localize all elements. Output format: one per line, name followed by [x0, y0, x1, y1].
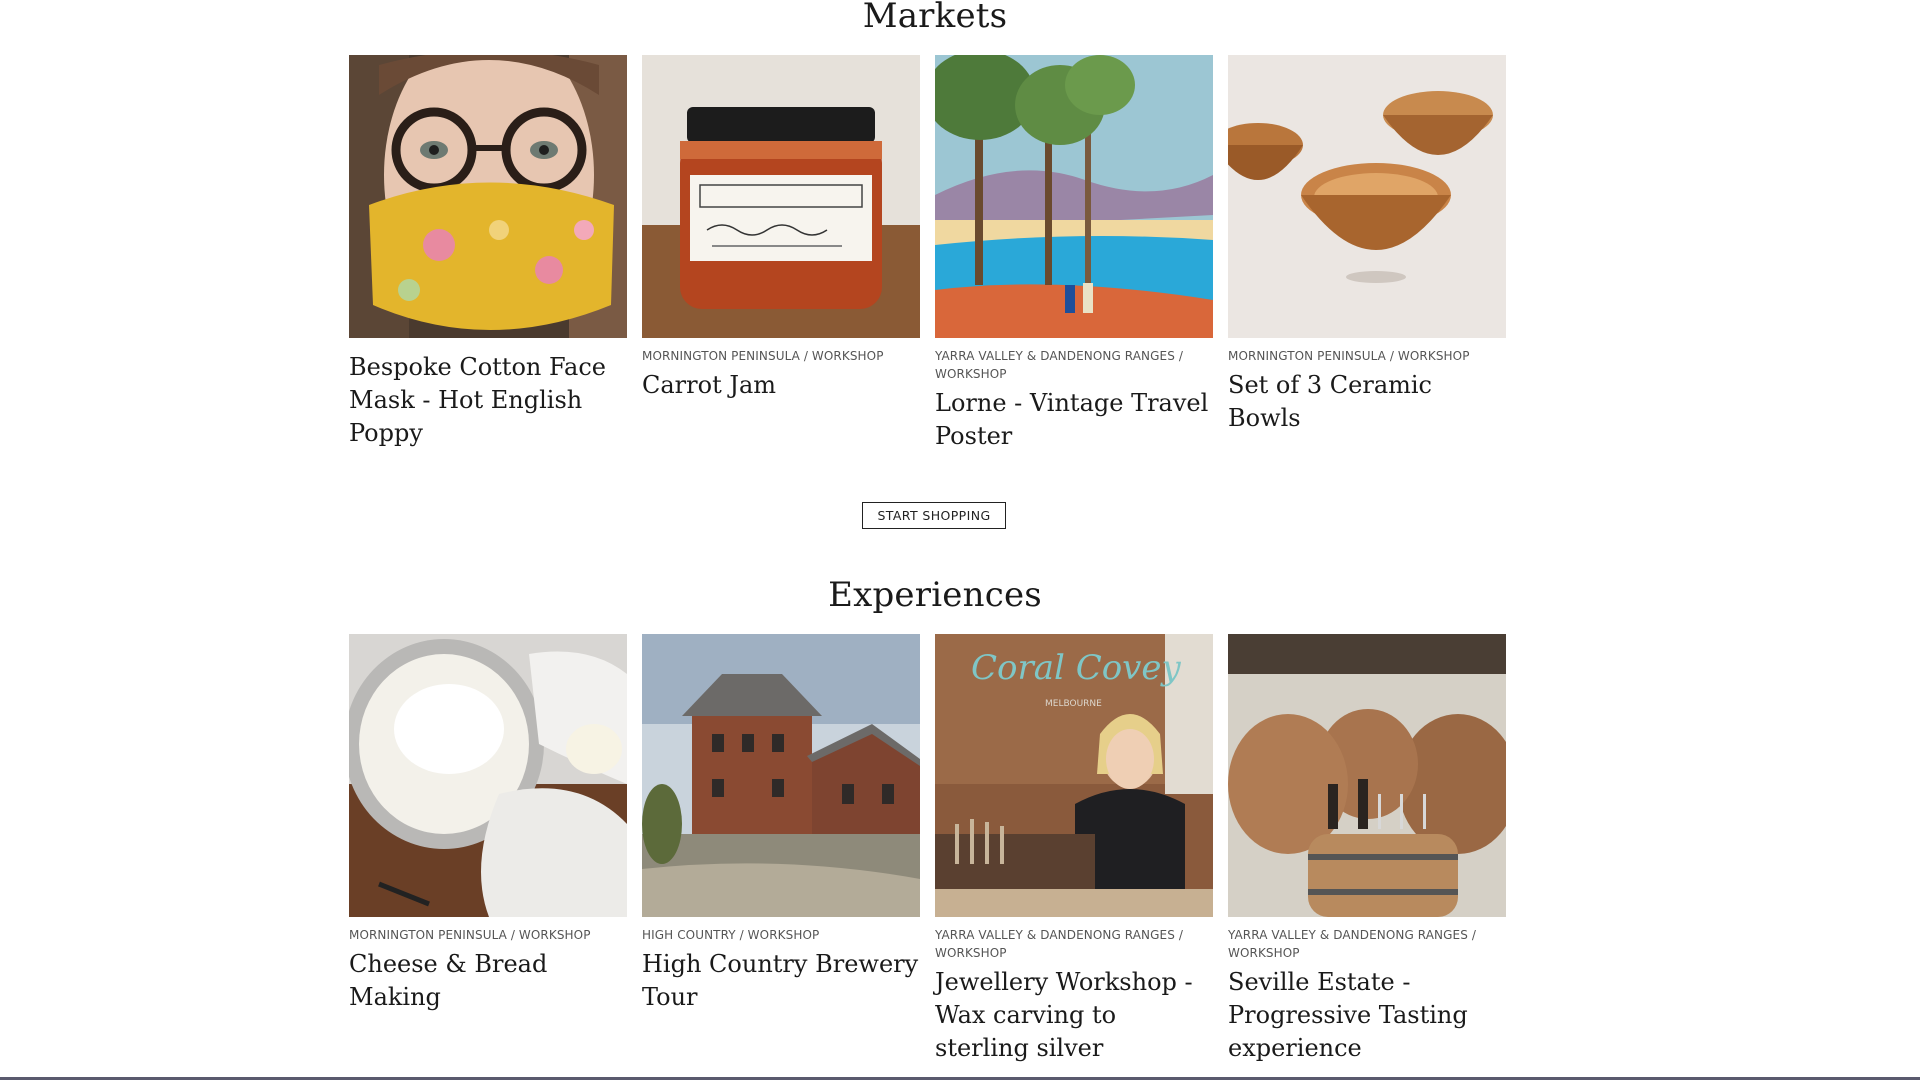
face-mask-photo[interactable]: [349, 55, 627, 338]
experiences-section-title: Experiences: [828, 575, 1042, 615]
experience-card-wine[interactable]: YARRA VALLEY & DANDENONG RANGES / WORKSH…: [1228, 634, 1506, 1065]
market-card-title[interactable]: Carrot Jam: [642, 369, 920, 402]
ceramic-bowls-photo[interactable]: [1228, 55, 1506, 338]
experience-card-jewellery[interactable]: Coral Covey MELBOURNE YARRA VALLEY & DAN…: [935, 634, 1213, 1065]
markets-section-title: Markets: [862, 0, 1008, 36]
brewery-building-photo[interactable]: [642, 634, 920, 917]
jewellery-workshop-photo[interactable]: Coral Covey MELBOURNE: [935, 634, 1213, 917]
market-card-ceramic-bowls[interactable]: MORNINGTON PENINSULA / WORKSHOP Set of 3…: [1228, 55, 1506, 453]
market-card-category: MORNINGTON PENINSULA / WORKSHOP: [642, 349, 884, 363]
experience-card-category: YARRA VALLEY & DANDENONG RANGES / WORKSH…: [935, 928, 1183, 960]
market-card-title[interactable]: Bespoke Cotton Face Mask - Hot English P…: [349, 351, 627, 450]
experience-card-category: MORNINGTON PENINSULA / WORKSHOP: [349, 928, 591, 942]
wine-barrels-photo[interactable]: [1228, 634, 1506, 917]
shop-sign-text: Coral Covey: [971, 648, 1182, 688]
experience-card-title[interactable]: Jewellery Workshop - Wax carving to ster…: [935, 966, 1213, 1065]
experience-card-title[interactable]: High Country Brewery Tour: [642, 948, 920, 1014]
page: Markets Bespoke Cotton Face Mask - Hot E…: [0, 0, 1920, 1080]
experience-card-category: HIGH COUNTRY / WORKSHOP: [642, 928, 820, 942]
market-card-face-mask[interactable]: Bespoke Cotton Face Mask - Hot English P…: [349, 55, 627, 453]
experience-card-title[interactable]: Seville Estate - Progressive Tasting exp…: [1228, 966, 1506, 1065]
market-card-vintage-poster[interactable]: YARRA VALLEY & DANDENONG RANGES / WORKSH…: [935, 55, 1213, 453]
shop-sign-subtext: MELBOURNE: [1045, 699, 1102, 709]
market-card-category: MORNINGTON PENINSULA / WORKSHOP: [1228, 349, 1470, 363]
vintage-poster-image[interactable]: [935, 55, 1213, 338]
experience-card-category: YARRA VALLEY & DANDENONG RANGES / WORKSH…: [1228, 928, 1476, 960]
experience-card-cheese[interactable]: MORNINGTON PENINSULA / WORKSHOP Cheese &…: [349, 634, 627, 1065]
market-card-category: YARRA VALLEY & DANDENONG RANGES / WORKSH…: [935, 349, 1183, 381]
start-shopping-button[interactable]: START SHOPPING: [862, 502, 1006, 529]
market-card-carrot-jam[interactable]: MORNINGTON PENINSULA / WORKSHOP Carrot J…: [642, 55, 920, 453]
markets-grid: Bespoke Cotton Face Mask - Hot English P…: [349, 55, 1509, 453]
market-card-title[interactable]: Set of 3 Ceramic Bowls: [1228, 369, 1506, 435]
carrot-jam-jar-photo[interactable]: [642, 55, 920, 338]
experience-card-brewery[interactable]: HIGH COUNTRY / WORKSHOP High Country Bre…: [642, 634, 920, 1065]
market-card-title[interactable]: Lorne - Vintage Travel Poster: [935, 387, 1213, 453]
experience-card-title[interactable]: Cheese & Bread Making: [349, 948, 627, 1014]
experiences-grid: MORNINGTON PENINSULA / WORKSHOP Cheese &…: [349, 634, 1509, 1065]
cheese-making-photo[interactable]: [349, 634, 627, 917]
